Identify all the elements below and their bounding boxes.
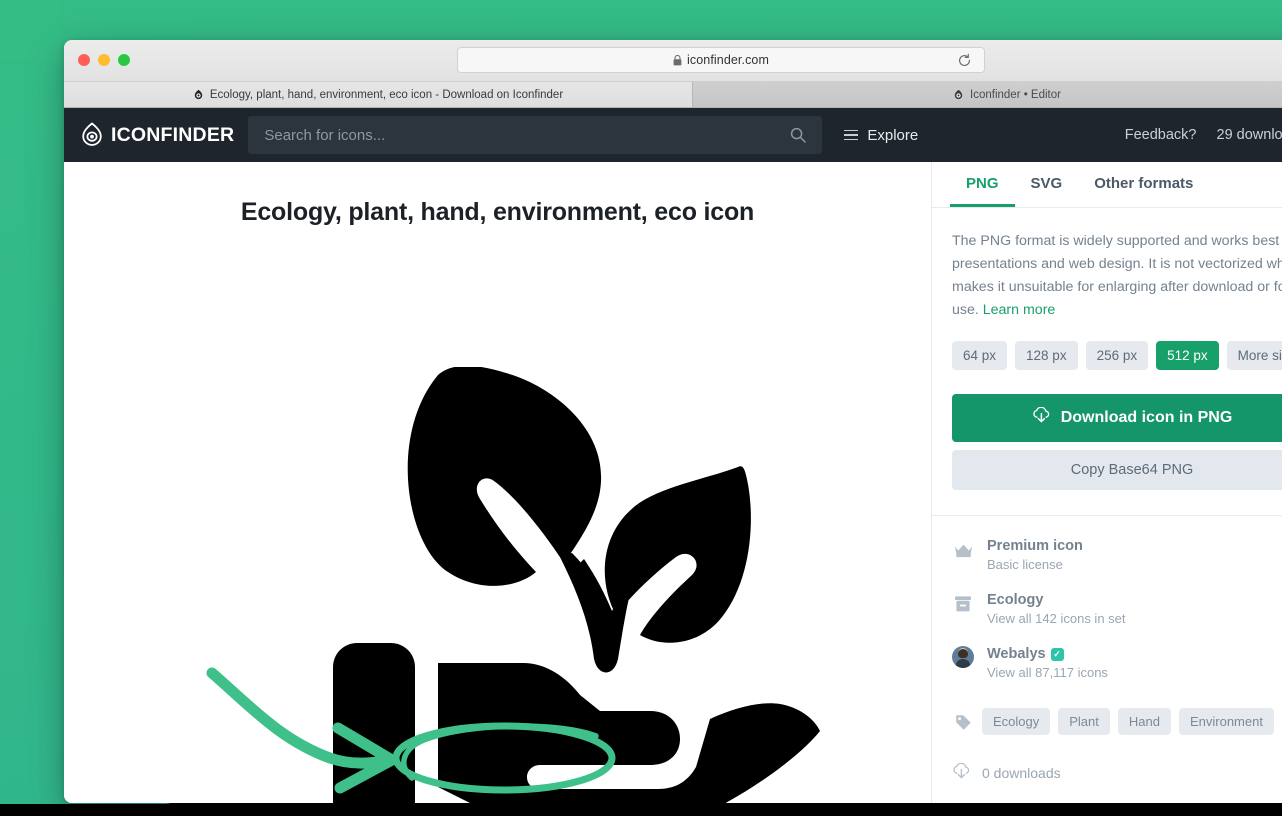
icon-preview-column: Ecology, plant, hand, environment, eco i…: [64, 162, 932, 803]
site-header: ICONFINDER Search for icons... Explore F…: [64, 108, 1282, 162]
browser-tab-2[interactable]: Iconfinder • Editor: [693, 82, 1282, 107]
meta-iconset-subtitle: View all 142 icons in set: [987, 611, 1126, 626]
tags-row: Ecology Plant Hand Environment Eco: [932, 700, 1282, 735]
size-option-more[interactable]: More sizes: [1226, 341, 1282, 370]
explore-menu[interactable]: Explore: [844, 127, 918, 144]
feedback-link[interactable]: Feedback?: [1125, 127, 1197, 143]
address-bar[interactable]: iconfinder.com: [457, 47, 985, 73]
browser-toolbar: iconfinder.com: [64, 40, 1282, 82]
tag-chip-ecology[interactable]: Ecology: [982, 708, 1051, 735]
maximize-window-button[interactable]: [118, 54, 130, 66]
downloads-counter-link[interactable]: 29 downloads: [1217, 127, 1282, 143]
size-option-128[interactable]: 128 px: [1015, 341, 1078, 370]
download-icon-button[interactable]: Download icon in PNG: [952, 394, 1282, 442]
search-placeholder: Search for icons...: [264, 126, 386, 144]
explore-label: Explore: [867, 126, 919, 144]
screenshot-stage: iconfinder.com Ecology, plant, hand, env…: [0, 0, 1282, 816]
crown-icon: [952, 539, 974, 561]
reload-icon[interactable]: [957, 53, 972, 68]
size-options[interactable]: 64 px 128 px 256 px 512 px More sizes: [932, 322, 1282, 370]
size-option-64[interactable]: 64 px: [952, 341, 1008, 370]
downloads-count-row: 0 downloads: [932, 735, 1282, 783]
meta-iconset-title: Ecology: [987, 592, 1044, 608]
tab-png-label: PNG: [966, 174, 999, 192]
tag-chip-hand[interactable]: Hand: [1117, 708, 1171, 735]
download-icon-button-label: Download icon in PNG: [1060, 409, 1233, 426]
iconfinder-favicon: [194, 89, 203, 100]
verified-badge-icon: ✓: [1050, 647, 1064, 661]
browser-tab-2-title: Iconfinder • Editor: [970, 88, 1061, 101]
backdrop-corner-top-left: [0, 0, 60, 60]
browser-tab-1-title: Ecology, plant, hand, environment, eco i…: [209, 88, 564, 101]
backdrop-green-top: [0, 0, 1282, 40]
tab-png[interactable]: PNG: [950, 162, 1015, 207]
size-option-256[interactable]: 256 px: [1085, 341, 1149, 370]
meta-author-subtitle: View all 87,117 icons: [987, 665, 1108, 680]
iconfinder-logo[interactable]: ICONFINDER: [80, 122, 234, 148]
tag-chip-plant[interactable]: Plant: [1058, 708, 1110, 735]
tag-icon: [952, 711, 974, 733]
avatar: [952, 646, 974, 668]
format-description: The PNG format is widely supported and w…: [932, 208, 1282, 322]
meta-row-iconset[interactable]: Ecology View all 142 icons in set: [952, 592, 1282, 626]
meta-row-author[interactable]: Webalys ✓ View all 87,117 icons: [952, 646, 1282, 680]
search-icon[interactable]: [790, 127, 807, 148]
learn-more-link[interactable]: Learn more: [983, 302, 1056, 318]
browser-window: iconfinder.com Ecology, plant, hand, env…: [64, 40, 1282, 803]
download-actions: Download icon in PNG Copy Base64 PNG: [932, 370, 1282, 490]
address-text: iconfinder.com: [687, 53, 769, 67]
iconfinder-favicon: [954, 89, 963, 100]
meta-premium-subtitle: Basic license: [987, 557, 1063, 572]
search-input[interactable]: Search for icons...: [248, 116, 823, 154]
tab-svg-label: SVG: [1030, 174, 1063, 192]
downloads-count-label: 0 downloads: [982, 765, 1061, 781]
iconfinder-logo-icon: [82, 122, 102, 146]
download-sidebar: PNG SVG Other formats The PNG format is …: [932, 162, 1282, 803]
lock-icon: [673, 54, 682, 66]
close-window-button[interactable]: [78, 54, 90, 66]
tag-chip-environment[interactable]: Environment: [1178, 708, 1274, 735]
hamburger-icon: [844, 129, 859, 141]
page-title: Ecology, plant, hand, environment, eco i…: [240, 198, 755, 226]
meta-premium-title: Premium icon: [987, 538, 1083, 554]
tab-other-formats[interactable]: Other formats: [1078, 162, 1209, 207]
meta-author-name: Webalys: [987, 646, 1046, 662]
window-controls[interactable]: [78, 54, 130, 66]
cloud-download-icon: [952, 762, 971, 783]
minimize-window-button[interactable]: [98, 54, 110, 66]
meta-row-premium[interactable]: Premium icon Basic license: [952, 538, 1282, 572]
header-right-links: Feedback? 29 downloads: [1125, 127, 1282, 143]
browser-tab-1[interactable]: Ecology, plant, hand, environment, eco i…: [64, 82, 693, 107]
copy-base64-button[interactable]: Copy Base64 PNG: [952, 450, 1282, 490]
page-content: Ecology, plant, hand, environment, eco i…: [64, 162, 1282, 803]
icon-metadata-list: Premium icon Basic license Ecology View …: [932, 516, 1282, 680]
tab-other-formats-label: Other formats: [1094, 174, 1194, 192]
copy-base64-label: Copy Base64 PNG: [1070, 462, 1194, 478]
tab-strip[interactable]: Ecology, plant, hand, environment, eco i…: [64, 82, 1282, 108]
cloud-download-icon: [1032, 406, 1051, 429]
meta-author-title: Webalys ✓: [987, 646, 1108, 662]
format-tabs[interactable]: PNG SVG Other formats: [932, 162, 1282, 208]
tab-svg[interactable]: SVG: [1015, 162, 1079, 207]
logo-text: ICONFINDER: [111, 123, 235, 146]
ecology-plant-hand-icon: [333, 367, 820, 803]
iconset-box-icon: [952, 593, 974, 615]
size-option-512[interactable]: 512 px: [1156, 341, 1219, 370]
